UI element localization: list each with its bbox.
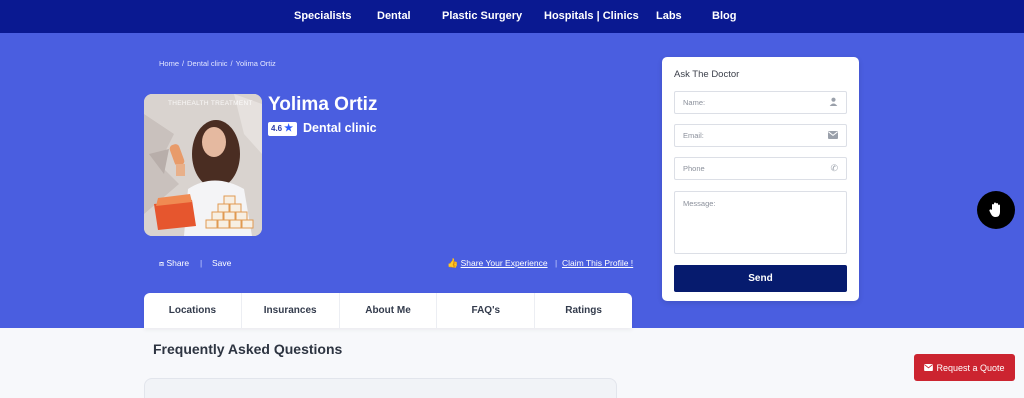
claim-profile-label: Claim This Profile ! — [562, 258, 634, 268]
hand-icon — [989, 202, 1000, 217]
breadcrumb-home[interactable]: Home — [159, 59, 179, 68]
nav-blog[interactable]: Blog — [712, 10, 736, 22]
tab-locations[interactable]: Locations — [144, 293, 242, 328]
share-label: Share — [166, 258, 190, 268]
breadcrumb-dental-clinic[interactable]: Dental clinic — [187, 59, 227, 68]
nav-labs[interactable]: Labs — [656, 10, 682, 22]
rating-badge: 4.6 ★ — [268, 122, 297, 136]
request-quote-button[interactable]: Request a Quote — [914, 354, 1015, 381]
tab-insurances[interactable]: Insurances — [242, 293, 340, 328]
envelope-icon — [828, 130, 838, 141]
action-divider: | — [555, 258, 558, 268]
message-placeholder: Message: — [683, 199, 716, 208]
name-field[interactable]: Name: — [674, 91, 847, 114]
share-icon: ⧈ — [159, 259, 165, 268]
request-quote-label: Request a Quote — [936, 362, 1005, 373]
phone-icon: ✆ — [830, 163, 838, 173]
breadcrumb-separator: / — [230, 59, 233, 68]
rating-value: 4.6 — [271, 124, 283, 133]
phone-placeholder: Phone — [683, 164, 705, 173]
ask-doctor-form: Ask The Doctor Name: Email: Phone ✆ Mess… — [662, 57, 859, 301]
nav-plastic-surgery[interactable]: Plastic Surgery — [442, 10, 522, 22]
nav-dental[interactable]: Dental — [377, 10, 411, 22]
envelope-icon — [924, 363, 934, 373]
breadcrumb: Home / Dental clinic / Yolima Ortiz — [159, 59, 276, 68]
tab-ratings[interactable]: Ratings — [535, 293, 632, 328]
ask-doctor-title: Ask The Doctor — [674, 69, 740, 80]
tab-about-me[interactable]: About Me — [340, 293, 438, 328]
faq-heading: Frequently Asked Questions — [153, 341, 343, 357]
claim-profile-link[interactable]: Claim This Profile ! — [562, 258, 633, 268]
tab-faqs[interactable]: FAQ's — [437, 293, 536, 328]
phone-field[interactable]: Phone ✆ — [674, 157, 847, 180]
email-field[interactable]: Email: — [674, 124, 847, 147]
action-divider: | — [200, 258, 203, 268]
send-button[interactable]: Send — [674, 265, 847, 292]
save-button[interactable]: Save — [212, 258, 231, 268]
star-icon: ★ — [284, 123, 294, 134]
nav-hospitals-clinics[interactable]: Hospitals | Clinics — [544, 10, 639, 22]
top-navigation: Specialists Dental Plastic Surgery Hospi… — [0, 0, 1024, 33]
message-field[interactable]: Message: — [674, 191, 847, 254]
photo-watermark: THEHEALTH TREATMENT — [168, 100, 253, 107]
share-button[interactable]: ⧈ Share — [159, 258, 189, 269]
faq-card — [144, 378, 617, 398]
profile-tabs: Locations Insurances About Me FAQ's Rati… — [144, 293, 632, 328]
share-experience-link[interactable]: 👍 Share Your Experience — [447, 258, 548, 269]
breadcrumb-separator: / — [182, 59, 185, 68]
doctor-photo: THEHEALTH TREATMENT — [144, 94, 262, 236]
email-placeholder: Email: — [683, 131, 704, 140]
thumbs-up-icon: 👍 — [447, 258, 459, 268]
breadcrumb-current: Yolima Ortiz — [235, 59, 276, 68]
name-placeholder: Name: — [683, 98, 706, 107]
doctor-photo-illustration — [144, 94, 262, 236]
doctor-name: Yolima Ortiz — [268, 94, 378, 115]
specialty-label: Dental clinic — [303, 121, 377, 135]
floating-hand-button[interactable] — [977, 191, 1015, 229]
share-experience-label: Share Your Experience — [460, 258, 548, 268]
user-icon — [829, 97, 838, 108]
nav-specialists[interactable]: Specialists — [294, 10, 351, 22]
